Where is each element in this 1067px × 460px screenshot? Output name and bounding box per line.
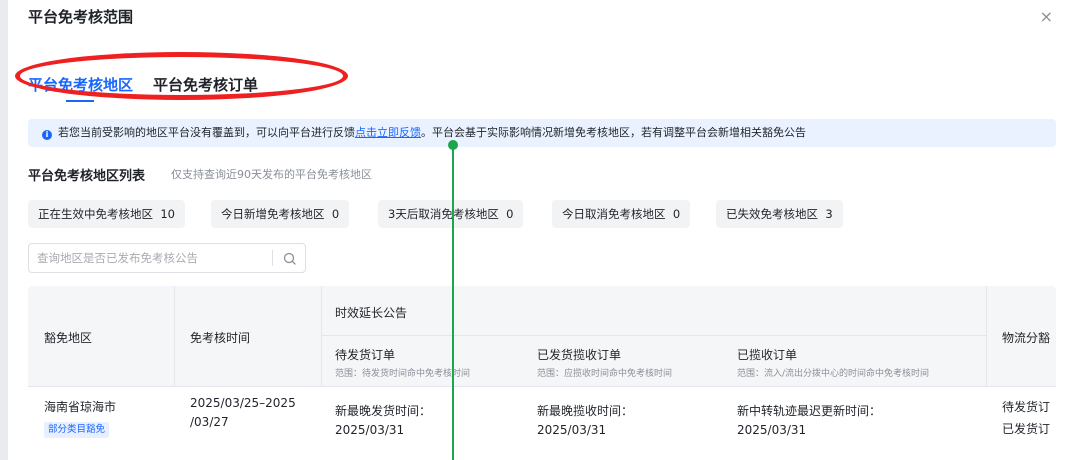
- tab-platform-exempt-regions[interactable]: 平台免考核地区: [28, 74, 133, 95]
- header-region: 豁免地区: [44, 331, 93, 345]
- stat-label: 今日取消免考核地区: [562, 207, 666, 221]
- dialog-left-edge: [0, 0, 8, 460]
- stat-label: 今日新增免考核地区: [221, 207, 325, 221]
- cell-pending-date: 2025/03/31: [335, 423, 405, 437]
- stat-chip-cancel-in-3-days[interactable]: 3天后取消免考核地区 0: [378, 200, 524, 228]
- cell-logistics-line2: 已发货订: [1002, 422, 1051, 436]
- header-row-divider: [321, 335, 986, 336]
- cell-collected-label: 新中转轨迹最迟更新时间：: [737, 404, 882, 418]
- cell-logistics-line1: 待发货订: [1002, 400, 1051, 414]
- header-shipped: 已发货揽收订单: [537, 348, 622, 362]
- header-pending-ship: 待发货订单: [335, 348, 396, 362]
- header-pending-ship-sub: 范围：待发货时间命中免考核时间: [335, 369, 471, 379]
- stat-count: 10: [160, 207, 175, 221]
- cell-shipped-label: 新最晚揽收时间：: [537, 404, 634, 418]
- feedback-link[interactable]: 点击立即反馈: [355, 126, 421, 139]
- cell-pending-label: 新最晚发货时间：: [335, 404, 432, 418]
- info-icon: i: [42, 130, 52, 140]
- cell-collected-date: 2025/03/31: [737, 423, 807, 437]
- section-title: 平台免考核地区列表: [28, 169, 146, 184]
- cell-shipped-date: 2025/03/31: [537, 423, 607, 437]
- stat-chip-cancel-today[interactable]: 今日取消免考核地区 0: [552, 200, 691, 228]
- tab-platform-exempt-orders[interactable]: 平台免考核订单: [153, 74, 258, 95]
- header-bottom-border: [28, 386, 1056, 387]
- dialog-title: 平台免考核范围: [28, 8, 134, 26]
- search-icon[interactable]: [280, 249, 300, 269]
- section-subtitle: 仅支持查询近90天发布的平台免考核地区: [171, 168, 372, 181]
- info-notice-bar: i 若您当前受影响的地区平台没有覆盖到，可以向平台进行反馈点击立即反馈。平台会基于…: [28, 119, 1056, 147]
- header-exempt-time: 免考核时间: [190, 331, 251, 345]
- header-collected-sub: 范围：流入/流出分拨中心的时间命中免考核时间: [737, 369, 930, 379]
- stat-count: 0: [331, 207, 340, 221]
- region-search-box: [28, 243, 306, 273]
- header-collected: 已揽收订单: [737, 348, 798, 362]
- stat-label: 3天后取消免考核地区: [388, 207, 499, 221]
- close-icon[interactable]: ×: [1040, 7, 1053, 26]
- region-search-input[interactable]: [37, 249, 267, 267]
- stat-chip-new-today[interactable]: 今日新增免考核地区 0: [211, 200, 350, 228]
- header-logistics: 物流分豁: [1002, 331, 1051, 345]
- active-tab-indicator: [66, 100, 94, 102]
- cell-time-line1: 2025/03/25–2025: [190, 396, 296, 410]
- stat-label: 正在生效中免考核地区: [38, 207, 153, 221]
- header-shipped-sub: 范围：应揽收时间命中免考核时间: [537, 369, 673, 379]
- notice-text-before: 若您当前受影响的地区平台没有覆盖到，可以向平台进行反馈: [58, 126, 355, 139]
- col-divider: [986, 286, 987, 386]
- partial-category-tag: 部分类目豁免: [44, 422, 110, 438]
- stat-label: 已失效免考核地区: [726, 207, 818, 221]
- cell-time-line2: /03/27: [190, 415, 229, 429]
- col-divider: [174, 286, 175, 386]
- stat-count: 0: [506, 207, 514, 221]
- dialog: 平台免考核范围 × 平台免考核地区 平台免考核订单 i 若您当前受影响的地区平台没…: [0, 0, 1067, 460]
- stat-chip-active[interactable]: 正在生效中免考核地区 10: [28, 200, 185, 228]
- search-divider: [272, 250, 273, 266]
- exempt-region-table: 豁免地区 免考核时间 时效延长公告 待发货订单 范围：待发货时间命中免考核时间 …: [28, 286, 1056, 460]
- col-divider: [321, 286, 322, 386]
- stat-count: 0: [672, 207, 681, 221]
- stat-chip-expired[interactable]: 已失效免考核地区 3: [716, 200, 843, 228]
- notice-text-after: 。平台会基于实际影响情况新增免考核地区，若有调整平台会新增相关豁免公告: [421, 126, 806, 139]
- header-timeliness-group: 时效延长公告: [335, 306, 408, 320]
- cell-region: 海南省琼海市: [44, 400, 117, 414]
- stat-count: 3: [825, 207, 833, 221]
